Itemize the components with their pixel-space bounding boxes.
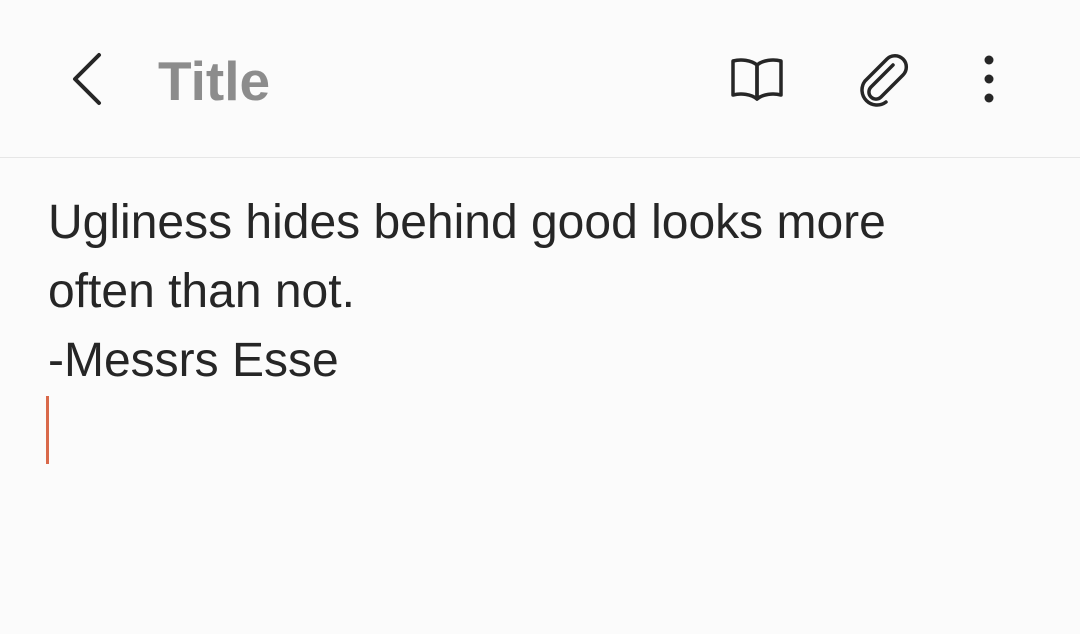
more-options-button[interactable]: [954, 46, 1024, 116]
chevron-left-icon: [69, 51, 109, 112]
title-field[interactable]: Title: [158, 48, 678, 114]
more-vertical-icon: [983, 54, 995, 109]
text-cursor: [46, 396, 49, 464]
paperclip-icon: [855, 51, 911, 112]
app-toolbar: Title: [0, 0, 1080, 158]
note-line: Ugliness hides behind good looks more: [48, 196, 886, 249]
note-body-editor[interactable]: Ugliness hides behind good looks more of…: [48, 188, 1038, 395]
note-line: -Messrs Esse: [48, 334, 339, 387]
open-book-icon: [729, 55, 785, 108]
attach-button[interactable]: [848, 46, 918, 116]
back-button[interactable]: [54, 46, 124, 116]
reading-mode-button[interactable]: [722, 46, 792, 116]
note-line: often than not.: [48, 265, 355, 318]
